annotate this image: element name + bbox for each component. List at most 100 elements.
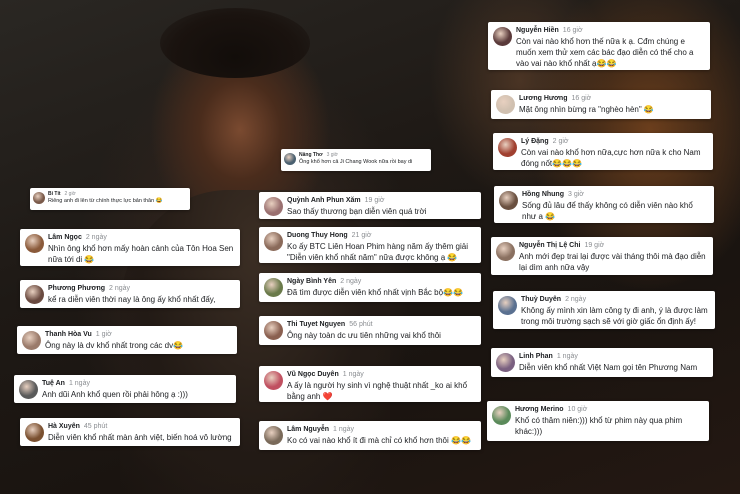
avatar <box>264 371 283 390</box>
commenter-name: Hà Xuyên <box>48 423 80 430</box>
comment-text: Ông này toàn dc ưu tiên những vai khổ th… <box>287 331 441 340</box>
avatar <box>496 353 515 372</box>
commenter-name: Lương Hương <box>519 95 568 102</box>
comment-card: Bi Tít 2 giờ Riêng anh đi lên từ chính th… <box>30 188 190 210</box>
comment-time: 21 giờ <box>351 232 372 239</box>
comment-text: Mặt ông nhìn bừng ra "nghèo hèn" 😂 <box>519 105 654 114</box>
commenter-name: Lâm Nguyễn <box>287 426 330 433</box>
comment-time: 2 ngày <box>85 234 107 241</box>
commenter-name: Lý Đặng <box>521 138 549 145</box>
avatar <box>25 285 44 304</box>
comment-card: Lâm Nguyễn 1 ngày Ko có vai nào khổ ít đi… <box>259 421 481 450</box>
comment-text: kể ra diễn viên thời nay là ông ấy khổ n… <box>48 295 216 304</box>
comment-time: 16 giờ <box>571 95 592 102</box>
avatar <box>499 191 518 210</box>
comment-time: 19 giờ <box>364 197 385 204</box>
commenter-name: Ngày Bình Yên <box>287 278 337 285</box>
comment-time: 2 giờ <box>552 138 569 145</box>
comment-text: Diễn viên khổ nhất màn ảnh việt, biến ho… <box>48 433 232 442</box>
comment-card: Duong Thuy Hong 21 giờ Ko ấy BTC Liên Hoa… <box>259 227 481 263</box>
commenter-name: Nguyễn Thị Lệ Chi <box>519 242 581 249</box>
comment-time: 45 phút <box>83 423 108 430</box>
comment-text: Ko ấy BTC Liên Hoan Phim hàng năm ấy thê… <box>287 242 468 262</box>
comment-card: Vũ Ngọc Duyên 1 ngày A ấy là người hy sin… <box>259 366 481 402</box>
avatar <box>496 95 515 114</box>
commenter-name: Hương Merino <box>515 406 564 413</box>
comment-time: 1 ngày <box>556 353 578 360</box>
comment-time: 19 giờ <box>584 242 605 249</box>
comment-time: 1 ngày <box>68 380 90 387</box>
comment-card: Tuệ An 1 ngày Anh dũi Anh khổ quen rồi ph… <box>14 375 236 403</box>
commenter-name: Thi Tuyet Nguyen <box>287 321 346 328</box>
comment-card: Nguyễn Thị Lệ Chi 19 giờ Anh mới đẹp trai… <box>491 237 713 275</box>
comment-text: Anh mới đẹp trai lại được vài tháng thôi… <box>519 252 706 272</box>
comment-card: Thuỳ Duyên 2 ngày Không ấy mình xin làm c… <box>493 291 715 329</box>
comment-time: 16 giờ <box>562 27 583 34</box>
commenter-name: Duong Thuy Hong <box>287 232 348 239</box>
avatar <box>33 192 45 204</box>
commenter-name: Lâm Ngọc <box>48 234 82 241</box>
avatar <box>498 138 517 157</box>
commenter-name: Thanh Hòa Vu <box>45 331 92 338</box>
comment-time: 1 ngày <box>333 426 355 433</box>
comment-card: Hồng Nhung 3 giờ Sống đủ lâu để thấy khôn… <box>494 186 714 223</box>
comment-card: Quỳnh Anh Phun Xăm 19 giờ Sao thấy thương… <box>259 192 481 219</box>
avatar <box>22 331 41 350</box>
comment-text: Ông khổ hơn cả Ji Chang Wook nữa rồi bay… <box>299 159 413 165</box>
avatar <box>492 406 511 425</box>
avatar <box>496 242 515 261</box>
commenter-name: Quỳnh Anh Phun Xăm <box>287 197 361 204</box>
comment-text: A ấy là người hy sinh vì nghệ thuật nhất… <box>287 381 468 401</box>
avatar <box>264 278 283 297</box>
commenter-name: Phương Phương <box>48 285 106 292</box>
comment-text: Sao thấy thương bạn diễn viên quá trời <box>287 207 427 216</box>
comment-card: Lý Đặng 2 giờ Còn vai nào khổ hơn nữa,cực… <box>493 133 713 170</box>
avatar <box>25 234 44 253</box>
comment-text: Ông này là dv khổ nhất trong các dv😂 <box>45 341 184 350</box>
avatar <box>264 232 283 251</box>
avatar <box>284 153 296 165</box>
comment-card: Thi Tuyet Nguyen 56 phút Ông này toàn dc … <box>259 316 481 345</box>
comment-time: 3 giờ <box>568 191 584 198</box>
comment-text: Ko có vai nào khổ ít đi mà chỉ có khổ hơ… <box>287 436 471 445</box>
comment-text: Còn vai nào khổ hơn nữa,cực hơn nữa k ch… <box>521 148 701 168</box>
comment-time: 2 ngày <box>109 285 131 292</box>
comment-time: 2 giờ <box>64 191 76 197</box>
commenter-name: Nguyễn Hiền <box>516 27 559 34</box>
comment-text: Khổ có thâm niên:))) khổ từ phim này qua… <box>515 416 683 436</box>
commenter-name: Linh Phan <box>519 353 553 360</box>
comment-card: Ngày Bình Yên 2 ngày Đã tìm được diễn viê… <box>259 273 481 302</box>
comment-card: Nguyễn Hiền 16 giờ Còn vai nào khổ hơn th… <box>488 22 710 70</box>
comment-text: Anh dũi Anh khổ quen rồi phải hông ạ :))… <box>42 390 188 399</box>
actor-silhouette-head <box>160 8 310 78</box>
comment-time: 10 giờ <box>567 406 588 413</box>
avatar <box>493 27 512 46</box>
comment-text: Còn vai nào khổ hơn thế nữa k ạ. Cđm chú… <box>516 37 694 68</box>
comment-card: Nâng Thơ 3 giờ Ông khổ hơn cả Ji Chang Wo… <box>281 149 431 171</box>
comment-text: Sống đủ lâu để thấy không có diễn viên n… <box>522 201 693 221</box>
comment-time: 2 ngày <box>565 296 587 303</box>
comment-text: Riêng anh đi lên từ chính thực lực bản t… <box>48 198 163 204</box>
comment-time: 2 ngày <box>340 278 362 285</box>
avatar <box>264 321 283 340</box>
avatar <box>25 423 44 442</box>
comment-card: Hà Xuyên 45 phút Diễn viên khổ nhất màn ả… <box>20 418 240 446</box>
commenter-name: Vũ Ngọc Duyên <box>287 371 339 378</box>
comment-card: Phương Phương 2 ngày kể ra diễn viên thời… <box>20 280 240 308</box>
comment-card: Linh Phan 1 ngày Diễn viên khổ nhất Việt … <box>491 348 713 377</box>
commenter-name: Thuỳ Duyên <box>521 296 562 303</box>
comment-text: Diễn viên khổ nhất Việt Nam gọi tên Phươ… <box>519 363 698 372</box>
comment-text: Nhìn ông khổ hơn mấy hoàn cảnh của Tôn H… <box>48 244 234 264</box>
comment-text: Không ấy mình xin làm công ty đi anh, ý … <box>521 306 708 326</box>
commenter-name: Bi Tít <box>48 191 61 197</box>
avatar <box>498 296 517 315</box>
avatar <box>264 197 283 216</box>
comment-card: Lâm Ngọc 2 ngày Nhìn ông khổ hơn mấy hoàn… <box>20 229 240 266</box>
avatar <box>264 426 283 445</box>
commenter-name: Tuệ An <box>42 380 65 387</box>
commenter-name: Hồng Nhung <box>522 191 564 198</box>
commenter-name: Nâng Thơ <box>299 152 323 158</box>
comment-time: 3 giờ <box>326 152 338 158</box>
comment-time: 1 giờ <box>95 331 112 338</box>
avatar <box>19 380 38 399</box>
